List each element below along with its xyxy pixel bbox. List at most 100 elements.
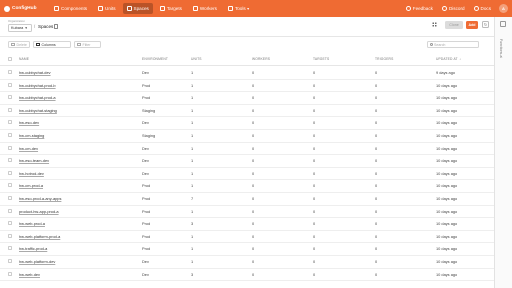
updated-at-cell: 10 days ago	[436, 170, 458, 176]
feedback-icon	[405, 6, 411, 11]
row-checkbox[interactable]	[8, 196, 12, 200]
row-checkbox[interactable]	[8, 158, 12, 163]
table-row[interactable]: hw-web-dev Dev 3 0 0 0 10 days ago	[0, 268, 494, 282]
row-checkbox[interactable]	[8, 120, 12, 125]
targets-cell: 0	[313, 145, 316, 151]
workers-cell: 0	[252, 196, 255, 201]
app-logo[interactable]: ConfigHub	[4, 5, 50, 12]
clone-button[interactable]: Clone	[445, 21, 463, 29]
space-name-link[interactable]: product-hw-app-prod-a	[19, 209, 59, 214]
nav-components[interactable]: Components	[50, 3, 91, 14]
space-name-link[interactable]: hw-web-dev	[19, 272, 40, 277]
units-cell: 1	[191, 95, 194, 101]
table-row[interactable]: hw-cm-prod-a Prod 1 0 0 0 10 days ago	[0, 179, 494, 193]
table-row[interactable]: hw-cubbychat-staging Staging 1 0 0 0 10 days a…	[0, 104, 494, 118]
workers-cell: 0	[252, 170, 255, 176]
add-button[interactable]: Add	[466, 21, 478, 29]
row-checkbox[interactable]	[8, 221, 12, 226]
row-checkbox[interactable]	[8, 170, 12, 175]
workers-icon	[192, 6, 198, 11]
row-checkbox[interactable]	[8, 271, 12, 276]
table-row[interactable]: hw-cm-staging Staging 1 0 0 0 10 days ago	[0, 129, 494, 143]
table-row[interactable]: hw-web-prod-a Prod 3 0 0 0 10 days ago	[0, 217, 494, 231]
row-checkbox[interactable]	[8, 133, 12, 137]
header-updated-at[interactable]: UPDATED AT ↓	[436, 57, 461, 61]
space-name-link[interactable]: hw-web-prod-a	[19, 221, 45, 226]
space-name-link[interactable]: hw-web-platform-prod-a	[19, 234, 60, 239]
feedback-link[interactable]: Feedback	[405, 6, 433, 11]
targets-cell: 0	[313, 196, 316, 201]
delete-button[interactable]: Delete	[8, 41, 30, 48]
workers-cell: 0	[252, 221, 255, 227]
select-all-checkbox[interactable]	[8, 57, 12, 61]
updated-at-cell: 10 days ago	[436, 208, 458, 214]
space-name-link[interactable]: hw-eso-team-dev	[19, 158, 49, 163]
space-name-link[interactable]: hw-cubbychat-prod-b	[19, 83, 56, 88]
search-input[interactable]: Search	[427, 41, 479, 48]
space-name-link[interactable]: hw-cubbychat-prod-a	[19, 95, 56, 100]
header-environment[interactable]: ENVIRONMENT	[142, 57, 168, 61]
table-row[interactable]: hw-eso-prod-a-any-apps Prod 7 0 0 0 10 days ag…	[0, 192, 494, 206]
triggers-cell: 0	[375, 233, 378, 239]
space-name-link[interactable]: hw-traffic-prod-a	[19, 246, 47, 251]
space-name-link[interactable]: hw-hotrod-dev	[19, 171, 44, 176]
targets-cell: 0	[313, 208, 316, 214]
feedback-label: Feedback	[412, 6, 433, 11]
row-checkbox[interactable]	[8, 95, 12, 100]
filter-button[interactable]: Filter	[74, 41, 101, 48]
docs-link[interactable]: Docs	[473, 6, 491, 11]
updated-at-cell: 10 days ago	[436, 246, 458, 252]
table-row[interactable]: hw-web-platform-prod-a Prod 1 0 0 0 10 days ag…	[0, 230, 494, 244]
row-checkbox[interactable]	[8, 259, 12, 263]
table-row[interactable]: hw-eso-team-dev Dev 1 0 0 0 10 days ago	[0, 154, 494, 168]
side-panel-label[interactable]: Functions-ai	[499, 39, 503, 58]
space-name-link[interactable]: hw-cubbychat-staging	[19, 108, 57, 113]
grid-view-icon[interactable]	[432, 22, 437, 27]
units-cell: 1	[191, 120, 194, 126]
discord-link[interactable]: Discord	[441, 6, 465, 11]
space-name-link[interactable]: hw-eso-prod-a-any-apps	[19, 196, 61, 201]
space-name-link[interactable]: hw-cm-dev	[19, 146, 38, 151]
space-name-link[interactable]: hw-web-platform-dev	[19, 259, 55, 264]
user-avatar[interactable]: A	[499, 4, 508, 13]
table-row[interactable]: hw-cubbychat-prod-a Prod 1 0 0 0 10 days ago	[0, 91, 494, 105]
row-checkbox[interactable]	[8, 145, 12, 150]
nav-units[interactable]: Units	[94, 3, 119, 14]
nav-spaces[interactable]: Spaces	[122, 3, 153, 14]
header-targets[interactable]: TARGETS	[313, 57, 329, 61]
space-name-link[interactable]: hw-cm-prod-a	[19, 183, 43, 188]
triggers-cell: 0	[375, 82, 378, 88]
row-checkbox[interactable]	[8, 233, 12, 238]
row-checkbox[interactable]	[8, 70, 12, 74]
row-checkbox[interactable]	[8, 246, 12, 251]
row-checkbox[interactable]	[8, 183, 12, 188]
table-row[interactable]: hw-cubbychat-prod-b Prod 1 0 0 0 10 days ago	[0, 79, 494, 93]
updated-at-cell: 10 days ago	[436, 183, 458, 189]
space-name-link[interactable]: hw-eso-dev	[19, 120, 39, 125]
panel-toggle-icon[interactable]	[500, 21, 506, 27]
nav-targets[interactable]: Targets	[156, 3, 186, 14]
header-triggers[interactable]: TRIGGERS	[375, 57, 393, 61]
table-row[interactable]: hw-cm-dev Dev 1 0 0 0 10 days ago	[0, 142, 494, 156]
space-name-link[interactable]: hw-cm-staging	[19, 133, 44, 138]
nav-workers[interactable]: Workers	[189, 3, 221, 14]
row-checkbox[interactable]	[8, 82, 12, 87]
columns-button[interactable]: Columns	[33, 41, 71, 48]
header-name[interactable]: NAME	[19, 57, 29, 61]
header-units[interactable]: UNITS	[191, 57, 202, 61]
header-workers[interactable]: WORKERS	[252, 57, 270, 61]
nav-tools[interactable]: Tools ▾	[224, 3, 253, 14]
table-row[interactable]: product-hw-app-prod-a Prod 1 0 0 0 10 days ago	[0, 205, 494, 219]
table-row[interactable]: hw-cubbychat-dev Dev 1 0 0 0 9 days ago	[0, 66, 494, 80]
row-checkbox[interactable]	[8, 107, 12, 112]
space-name-link[interactable]: hw-cubbychat-dev	[19, 70, 51, 75]
refresh-icon[interactable]: ↻	[482, 21, 489, 28]
table-row[interactable]: hw-traffic-prod-a Prod 1 0 0 0 10 days ago	[0, 242, 494, 256]
table-row[interactable]: hw-eso-dev Dev 1 0 0 0 10 days ago	[0, 116, 494, 130]
copy-icon[interactable]	[54, 24, 58, 29]
nav-label: Spaces	[133, 6, 149, 11]
table-row[interactable]: hw-hotrod-dev Dev 1 0 0 0 10 days ago	[0, 167, 494, 181]
row-checkbox[interactable]	[8, 208, 12, 213]
org-select[interactable]: Kubara ▾	[8, 24, 32, 32]
table-row[interactable]: hw-web-platform-dev Dev 1 0 0 0 10 days ago	[0, 255, 494, 269]
